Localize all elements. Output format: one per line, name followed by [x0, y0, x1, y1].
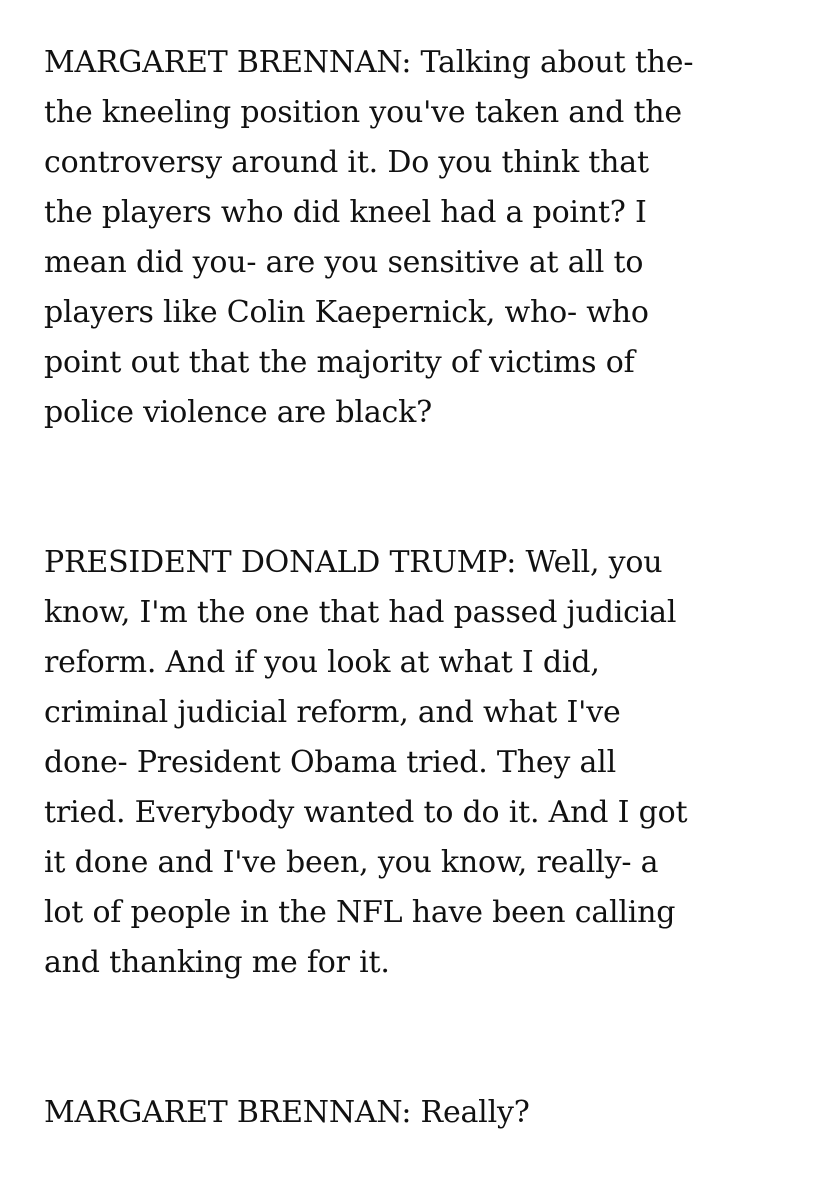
text-line: MARGARET BRENNAN: Really?: [44, 1095, 530, 1130]
text-line: and thanking me for it.: [44, 945, 390, 980]
text-line: MARGARET BRENNAN: Talking about the-: [44, 45, 694, 80]
text-line: criminal judicial reform, and what I've: [44, 695, 621, 730]
text-line: players like Colin Kaepernick, who- who: [44, 295, 649, 330]
text-line: lot of people in the NFL have been calli…: [44, 895, 676, 930]
transcript-paragraph-brennan-followup: MARGARET BRENNAN: Really?: [44, 1088, 774, 1138]
text-line: tried. Everybody wanted to do it. And I …: [44, 795, 688, 830]
text-line: know, I'm the one that had passed judici…: [44, 595, 677, 630]
transcript-paragraph-trump-answer: PRESIDENT DONALD TRUMP: Well, you know, …: [44, 538, 774, 988]
transcript-body: MARGARET BRENNAN: Talking about the- the…: [44, 38, 774, 1138]
text-line: controversy around it. Do you think that: [44, 145, 649, 180]
text-line: reform. And if you look at what I did,: [44, 645, 600, 680]
text-line: the kneeling position you've taken and t…: [44, 95, 682, 130]
text-line: PRESIDENT DONALD TRUMP: Well, you: [44, 545, 663, 580]
text-line: the players who did kneel had a point? I: [44, 195, 647, 230]
transcript-paragraph-brennan-question: MARGARET BRENNAN: Talking about the- the…: [44, 38, 774, 438]
text-line: police violence are black?: [44, 395, 432, 430]
text-line: it done and I've been, you know, really-…: [44, 845, 659, 880]
text-line: point out that the majority of victims o…: [44, 345, 635, 380]
text-line: done- President Obama tried. They all: [44, 745, 616, 780]
text-line: mean did you- are you sensitive at all t…: [44, 245, 644, 280]
